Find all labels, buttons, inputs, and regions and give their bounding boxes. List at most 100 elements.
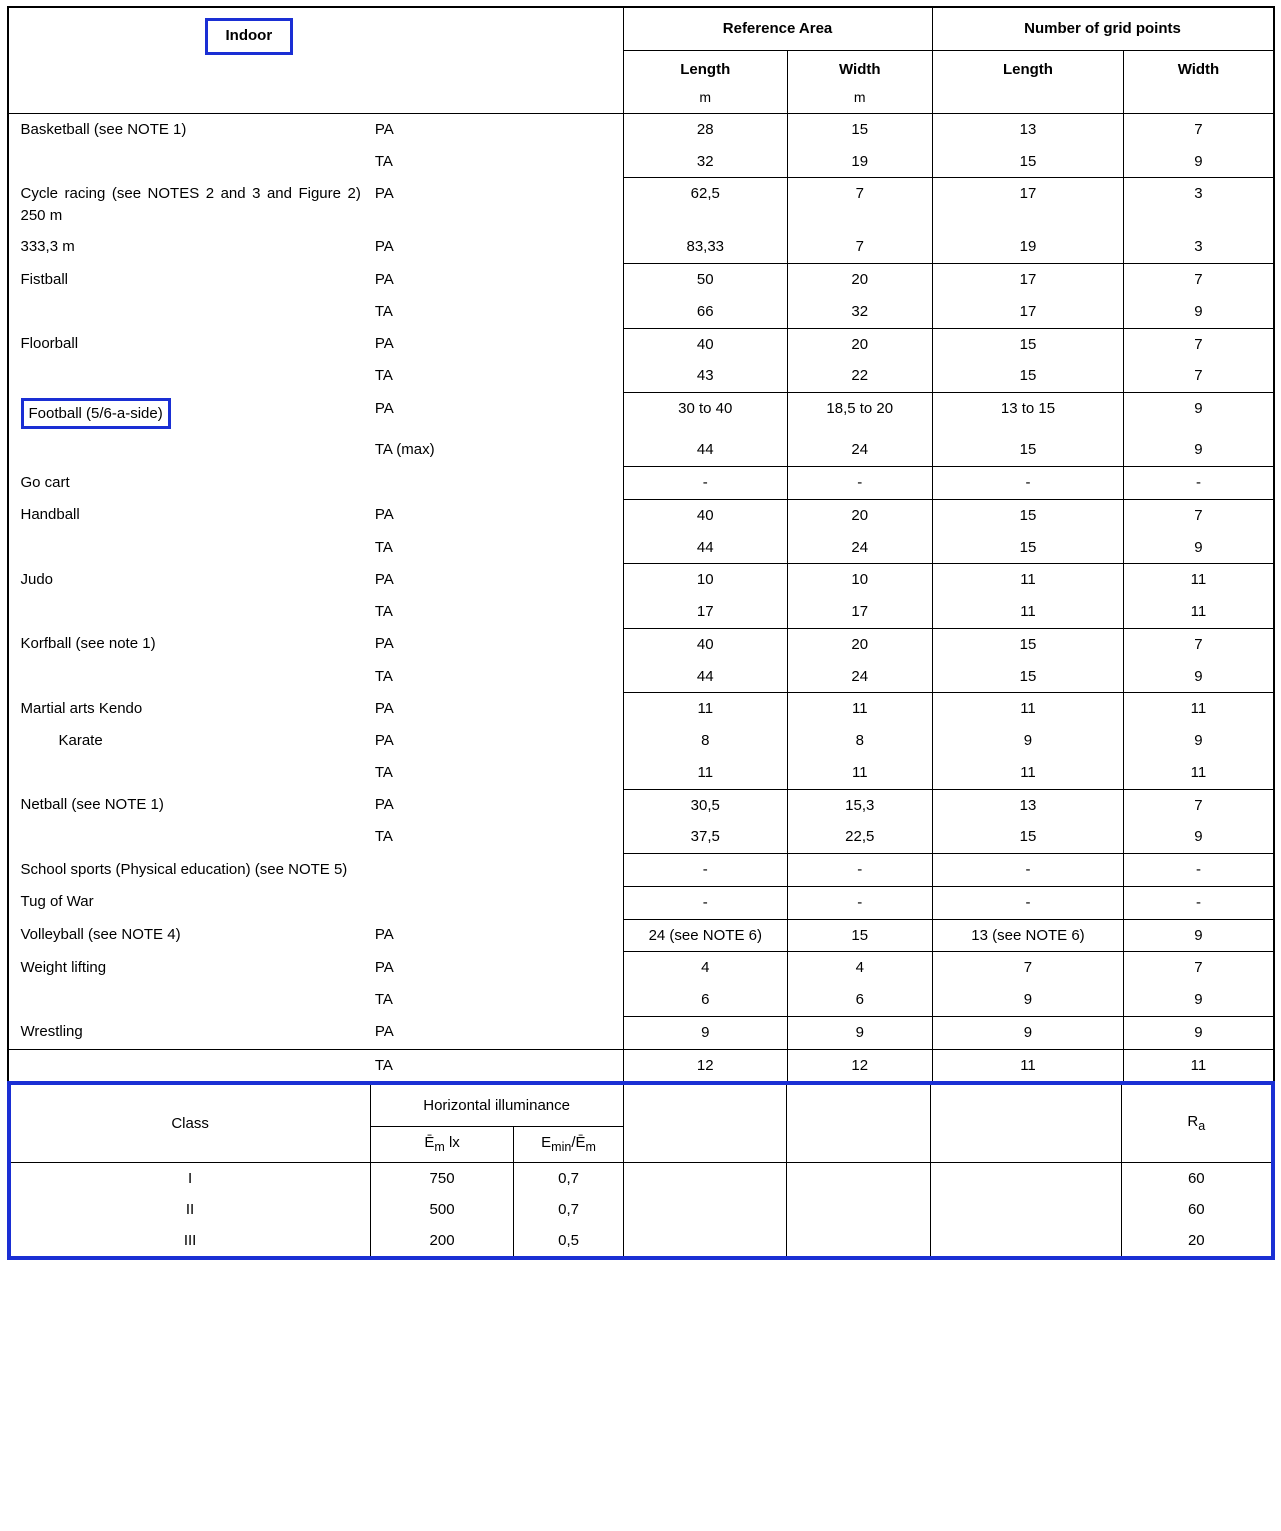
sport-name xyxy=(8,661,369,693)
area-type: PA xyxy=(369,328,623,360)
area-type: PA xyxy=(369,178,623,232)
table-row: Netball (see NOTE 1)PA30,515,3137 xyxy=(8,789,1274,821)
cell-refL: 30,5 xyxy=(623,789,787,821)
cell-refW: 10 xyxy=(788,564,933,596)
cell-refW: 20 xyxy=(788,628,933,660)
cell-gL: 15 xyxy=(932,661,1124,693)
table-row: TA4322157 xyxy=(8,360,1274,392)
cell-gL: 15 xyxy=(932,628,1124,660)
class-em: 750 xyxy=(370,1162,514,1194)
cell-gW: 11 xyxy=(1124,757,1274,789)
table-row: JudoPA10101111 xyxy=(8,564,1274,596)
sport-name: Football (5/6-a-side) xyxy=(8,393,369,435)
area-type: TA xyxy=(369,596,623,628)
cell-refL: - xyxy=(623,886,787,919)
area-type: TA xyxy=(369,1049,623,1082)
table-row: Martial arts KendoPA11111111 xyxy=(8,693,1274,725)
area-type: PA xyxy=(369,628,623,660)
cell-gW: 9 xyxy=(1124,725,1274,757)
cell-refW: 15 xyxy=(788,919,933,952)
area-type: PA xyxy=(369,113,623,145)
sport-name: Handball xyxy=(8,499,369,531)
cell-gW: 7 xyxy=(1124,628,1274,660)
cell-gL: - xyxy=(932,886,1124,919)
sport-name: 333,3 m xyxy=(8,231,369,263)
cell-refL: 37,5 xyxy=(623,821,787,853)
area-type: PA xyxy=(369,789,623,821)
sport-name: Go cart xyxy=(8,467,369,500)
cell-gL: 13 xyxy=(932,789,1124,821)
sport-name xyxy=(8,532,369,564)
cell-gW: 7 xyxy=(1124,360,1274,392)
cell-gW: 9 xyxy=(1124,661,1274,693)
cell-gW: 11 xyxy=(1124,693,1274,725)
cell-refW: 8 xyxy=(788,725,933,757)
area-type: TA (max) xyxy=(369,434,623,466)
cell-gW: 9 xyxy=(1124,393,1274,435)
cell-gL: 15 xyxy=(932,360,1124,392)
cell-gL: 9 xyxy=(932,725,1124,757)
cell-gW: 7 xyxy=(1124,113,1274,145)
cell-refW: - xyxy=(788,886,933,919)
sport-name xyxy=(8,146,369,178)
cell-gL: 9 xyxy=(932,984,1124,1016)
sport-name xyxy=(8,757,369,789)
cell-refW: - xyxy=(788,467,933,500)
cell-refL: 12 xyxy=(623,1049,787,1082)
cell-refL: 28 xyxy=(623,113,787,145)
table-row: Go cart---- xyxy=(8,467,1274,500)
cell-gW: 7 xyxy=(1124,264,1274,296)
table-row: TA3219159 xyxy=(8,146,1274,178)
sport-name: Martial arts Kendo xyxy=(8,693,369,725)
hdr-grid-width: Width xyxy=(1124,50,1274,113)
cell-gL: 15 xyxy=(932,434,1124,466)
sport-name xyxy=(8,1049,369,1082)
cell-refW: 4 xyxy=(788,952,933,984)
cell-gW: 9 xyxy=(1124,984,1274,1016)
cell-refL: 9 xyxy=(623,1016,787,1049)
area-type xyxy=(369,886,623,919)
cell-gW: 11 xyxy=(1124,596,1274,628)
area-type: PA xyxy=(369,564,623,596)
area-type: PA xyxy=(369,952,623,984)
cell-gW: 9 xyxy=(1124,434,1274,466)
table-row: School sports (Physical education) (see … xyxy=(8,854,1274,887)
cell-gL: 15 xyxy=(932,146,1124,178)
table-row: KaratePA8899 xyxy=(8,725,1274,757)
class-id: I xyxy=(11,1162,371,1194)
class-emin: 0,7 xyxy=(514,1162,623,1194)
cell-gW: - xyxy=(1124,886,1274,919)
cell-refW: 11 xyxy=(788,693,933,725)
table-row: TA (max)4424159 xyxy=(8,434,1274,466)
area-type: TA xyxy=(369,821,623,853)
cell-refL: 40 xyxy=(623,499,787,531)
cell-refL: 83,33 xyxy=(623,231,787,263)
cell-refW: 15,3 xyxy=(788,789,933,821)
area-type: TA xyxy=(369,532,623,564)
cell-gL: 13 to 15 xyxy=(932,393,1124,435)
cell-refL: - xyxy=(623,467,787,500)
table-row: Korfball (see note 1)PA4020157 xyxy=(8,628,1274,660)
area-type: TA xyxy=(369,146,623,178)
sport-name xyxy=(8,821,369,853)
class-table-highlight: Class Horizontal illuminance Ra Ēm lx Em… xyxy=(7,1081,1275,1260)
table-row: TA6632179 xyxy=(8,296,1274,328)
sport-name: Cycle racing (see NOTES 2 and 3 and Figu… xyxy=(8,178,369,232)
table-row: Cycle racing (see NOTES 2 and 3 and Figu… xyxy=(8,178,1274,232)
cell-gL: 15 xyxy=(932,499,1124,531)
cell-gL: 9 xyxy=(932,1016,1124,1049)
class-row: II5000,760 xyxy=(11,1194,1271,1225)
cell-gW: 11 xyxy=(1124,1049,1274,1082)
cell-refW: 20 xyxy=(788,328,933,360)
class-ra: 60 xyxy=(1122,1162,1271,1194)
sport-name: Weight lifting xyxy=(8,952,369,984)
cell-refL: 44 xyxy=(623,532,787,564)
area-type: PA xyxy=(369,919,623,952)
class-emin: 0,7 xyxy=(514,1194,623,1225)
cell-refL: 50 xyxy=(623,264,787,296)
sport-name: Basketball (see NOTE 1) xyxy=(8,113,369,145)
cell-gW: 7 xyxy=(1124,499,1274,531)
cell-gW: 9 xyxy=(1124,821,1274,853)
sport-name xyxy=(8,296,369,328)
cell-refL: 32 xyxy=(623,146,787,178)
